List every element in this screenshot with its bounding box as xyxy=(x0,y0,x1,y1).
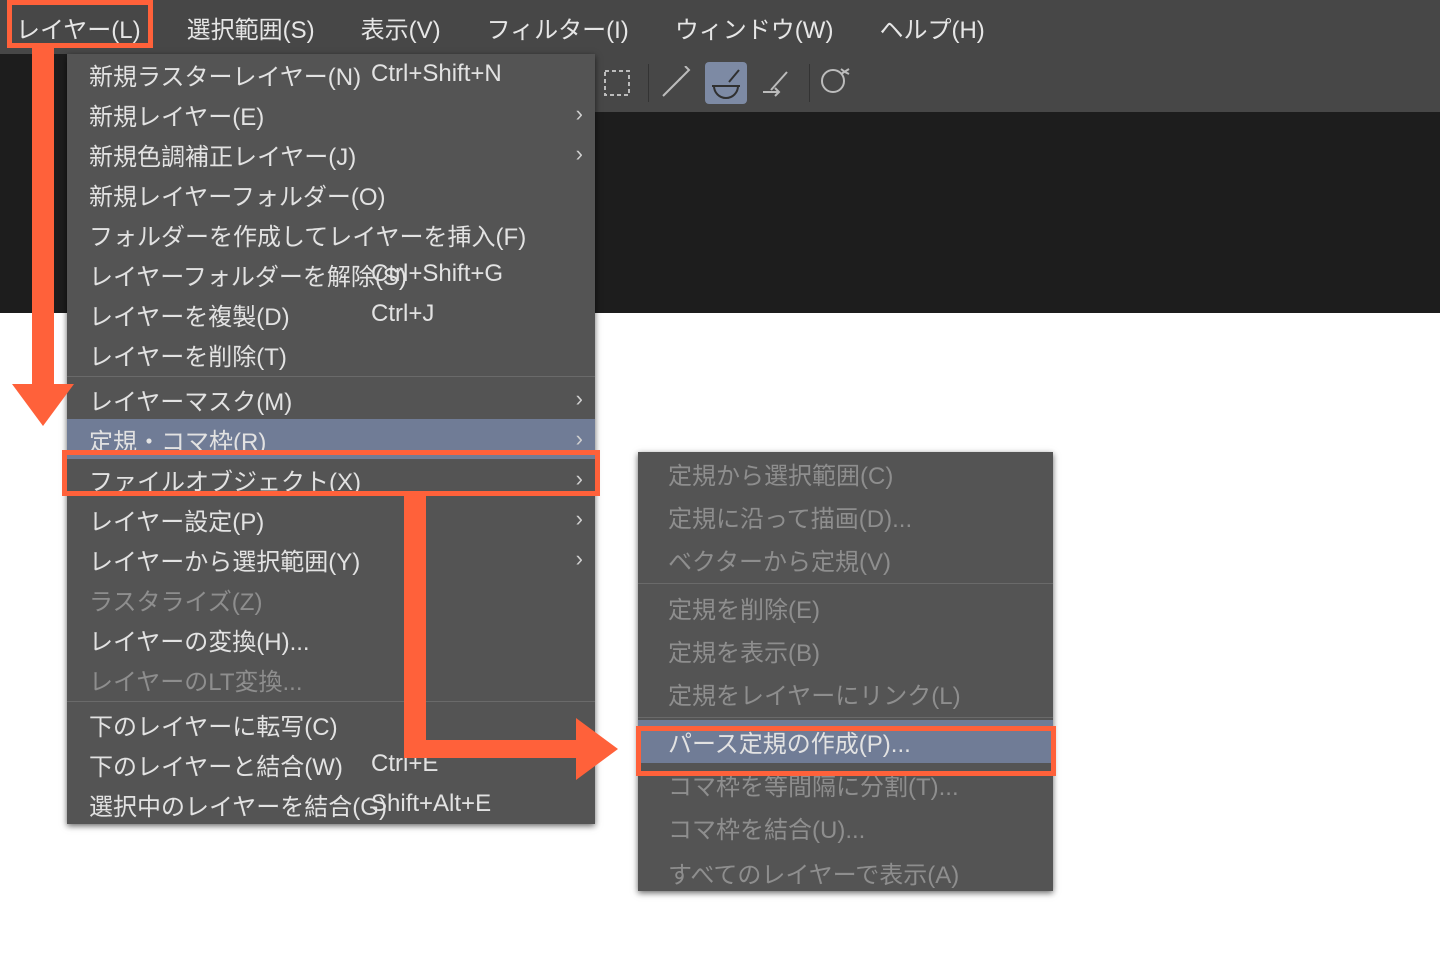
toolbar xyxy=(590,54,1440,112)
submenu-arrow-icon: › xyxy=(576,386,583,412)
menu-item-label: 選択中のレイヤーを結合(G) xyxy=(89,787,387,822)
submenu-arrow-icon: › xyxy=(576,141,583,167)
menu-item-label: 新規レイヤーフォルダー(O) xyxy=(89,177,386,212)
menu-item-label: フォルダーを作成してレイヤーを挿入(F) xyxy=(89,217,526,252)
menu-separator xyxy=(67,376,595,377)
menu-item-accelerator: Ctrl+Shift+G xyxy=(371,260,503,288)
layer-menu-item[interactable]: レイヤーから選択範囲(Y) › xyxy=(67,539,595,579)
menu-selection[interactable]: 選択範囲(S) xyxy=(187,10,315,45)
menu-item-label: ラスタライズ(Z) xyxy=(89,582,262,617)
ruler-submenu-item: コマ枠を結合(U)... xyxy=(638,806,1053,849)
menu-separator xyxy=(638,583,1053,584)
ruler-submenu-item: すべてのレイヤーで表示(A) xyxy=(638,849,1053,891)
layer-menu-item[interactable]: 下のレイヤーと結合(W) Ctrl+E xyxy=(67,744,595,784)
menubar: レイヤー(L) 選択範囲(S) 表示(V) フィルター(I) ウィンドウ(W) … xyxy=(0,0,1440,54)
menu-item-label: レイヤーを複製(D) xyxy=(89,297,290,332)
menu-item-label: 定規を表示(B) xyxy=(668,633,820,668)
menu-separator xyxy=(67,701,595,702)
ruler-submenu-item: 定規から選択範囲(C) xyxy=(638,452,1053,495)
ruler-submenu-item: 定規に沿って描画(D)... xyxy=(638,495,1053,538)
menu-item-label: 下のレイヤーに転写(C) xyxy=(89,707,338,742)
menu-item-accelerator: Ctrl+J xyxy=(371,300,434,328)
layer-menu-item[interactable]: レイヤー設定(P) › xyxy=(67,499,595,539)
brush-arrow-icon[interactable] xyxy=(755,62,797,104)
ruler-submenu-item[interactable]: パース定規の作成(P)... xyxy=(638,720,1053,763)
app-root: レイヤー(L) 選択範囲(S) 表示(V) フィルター(I) ウィンドウ(W) … xyxy=(0,0,1440,960)
menu-window[interactable]: ウィンドウ(W) xyxy=(675,10,834,45)
menu-item-label: 新規ラスターレイヤー(N) xyxy=(89,57,361,92)
ruler-submenu: 定規から選択範囲(C) 定規に沿って描画(D)... ベクターから定規(V) 定規を削… xyxy=(638,452,1053,891)
layer-menu-item[interactable]: 定規・コマ枠(R) › xyxy=(67,419,595,459)
layer-menu-item[interactable]: レイヤーフォルダーを解除(S)Ctrl+Shift+G xyxy=(67,254,595,294)
menu-item-label: ベクターから定規(V) xyxy=(668,542,891,577)
menu-item-label: レイヤーのLT変換... xyxy=(89,662,303,697)
layer-menu-item[interactable]: 新規レイヤーフォルダー(O) xyxy=(67,174,595,214)
layer-menu-item[interactable]: 新規色調補正レイヤー(J) › xyxy=(67,134,595,174)
layer-menu-item: ラスタライズ(Z) xyxy=(67,579,595,619)
menu-item-label: レイヤーフォルダーを解除(S) xyxy=(89,257,407,292)
layer-menu-item[interactable]: レイヤーの変換(H)... xyxy=(67,619,595,659)
layer-menu-item[interactable]: レイヤーを複製(D) Ctrl+J xyxy=(67,294,595,334)
layer-dropdown: 新規ラスターレイヤー(N)Ctrl+Shift+N新規レイヤー(E)›新規色調補… xyxy=(67,54,595,824)
brush-line-icon[interactable] xyxy=(655,62,697,104)
menu-item-label: レイヤーマスク(M) xyxy=(89,382,292,417)
menu-item-label: 定規・コマ枠(R) xyxy=(89,422,266,457)
ruler-submenu-item: コマ枠を等間隔に分割(T)... xyxy=(638,763,1053,806)
menu-item-accelerator: Ctrl+Shift+N xyxy=(371,60,502,88)
menu-item-accelerator: Shift+Alt+E xyxy=(371,790,491,818)
menu-item-label: コマ枠を結合(U)... xyxy=(668,810,865,845)
layer-menu-item[interactable]: レイヤーを削除(T) xyxy=(67,334,595,374)
layer-menu-item[interactable]: 下のレイヤーに転写(C) xyxy=(67,704,595,744)
ruler-submenu-item: 定規を削除(E) xyxy=(638,586,1053,629)
menu-item-label: 定規をレイヤーにリンク(L) xyxy=(668,676,961,711)
brush-bowl-icon[interactable] xyxy=(705,62,747,104)
menu-view[interactable]: 表示(V) xyxy=(361,10,441,45)
menu-item-label: すべてのレイヤーで表示(A) xyxy=(668,855,959,890)
menu-item-label: レイヤー設定(P) xyxy=(89,502,264,537)
layer-menu-item: レイヤーのLT変換... xyxy=(67,659,595,699)
ruler-submenu-item: 定規を表示(B) xyxy=(638,629,1053,672)
menu-item-label: レイヤーから選択範囲(Y) xyxy=(89,542,360,577)
menu-item-label: 定規に沿って描画(D)... xyxy=(668,499,912,534)
menu-help[interactable]: ヘルプ(H) xyxy=(879,10,984,45)
layer-menu-item[interactable]: 新規レイヤー(E) › xyxy=(67,94,595,134)
menu-item-label: 新規色調補正レイヤー(J) xyxy=(89,137,356,172)
menu-item-label: コマ枠を等間隔に分割(T)... xyxy=(668,767,959,802)
submenu-arrow-icon: › xyxy=(576,546,583,572)
menu-item-label: 定規を削除(E) xyxy=(668,590,820,625)
menu-item-label: ファイルオブジェクト(X) xyxy=(89,462,361,497)
menu-layer[interactable]: レイヤー(L) xyxy=(16,10,141,45)
menu-item-accelerator: Ctrl+E xyxy=(371,750,438,778)
layer-menu-item[interactable]: 選択中のレイヤーを結合(G)Shift+Alt+E xyxy=(67,784,595,824)
layer-menu-item[interactable]: 新規ラスターレイヤー(N) Ctrl+Shift+N xyxy=(67,54,595,94)
submenu-arrow-icon: › xyxy=(576,506,583,532)
menu-item-label: レイヤーを削除(T) xyxy=(89,337,287,372)
layer-menu-item[interactable]: ファイルオブジェクト(X) › xyxy=(67,459,595,499)
layer-menu-item[interactable]: レイヤーマスク(M) › xyxy=(67,379,595,419)
menu-item-label: 下のレイヤーと結合(W) xyxy=(89,747,343,782)
speech-icon[interactable] xyxy=(814,62,856,104)
menu-separator xyxy=(638,717,1053,718)
submenu-arrow-icon: › xyxy=(576,466,583,492)
menu-item-label: 新規レイヤー(E) xyxy=(89,97,264,132)
submenu-arrow-icon: › xyxy=(576,101,583,127)
layer-menu-item[interactable]: フォルダーを作成してレイヤーを挿入(F) xyxy=(67,214,595,254)
ruler-submenu-item: 定規をレイヤーにリンク(L) xyxy=(638,672,1053,715)
dashed-rect-icon[interactable] xyxy=(596,62,638,104)
menu-item-label: レイヤーの変換(H)... xyxy=(89,622,310,657)
menu-filter[interactable]: フィルター(I) xyxy=(487,10,629,45)
ruler-submenu-item: ベクターから定規(V) xyxy=(638,538,1053,581)
menu-item-label: パース定規の作成(P)... xyxy=(668,724,911,759)
menu-item-label: 定規から選択範囲(C) xyxy=(668,456,893,491)
submenu-arrow-icon: › xyxy=(576,426,583,452)
